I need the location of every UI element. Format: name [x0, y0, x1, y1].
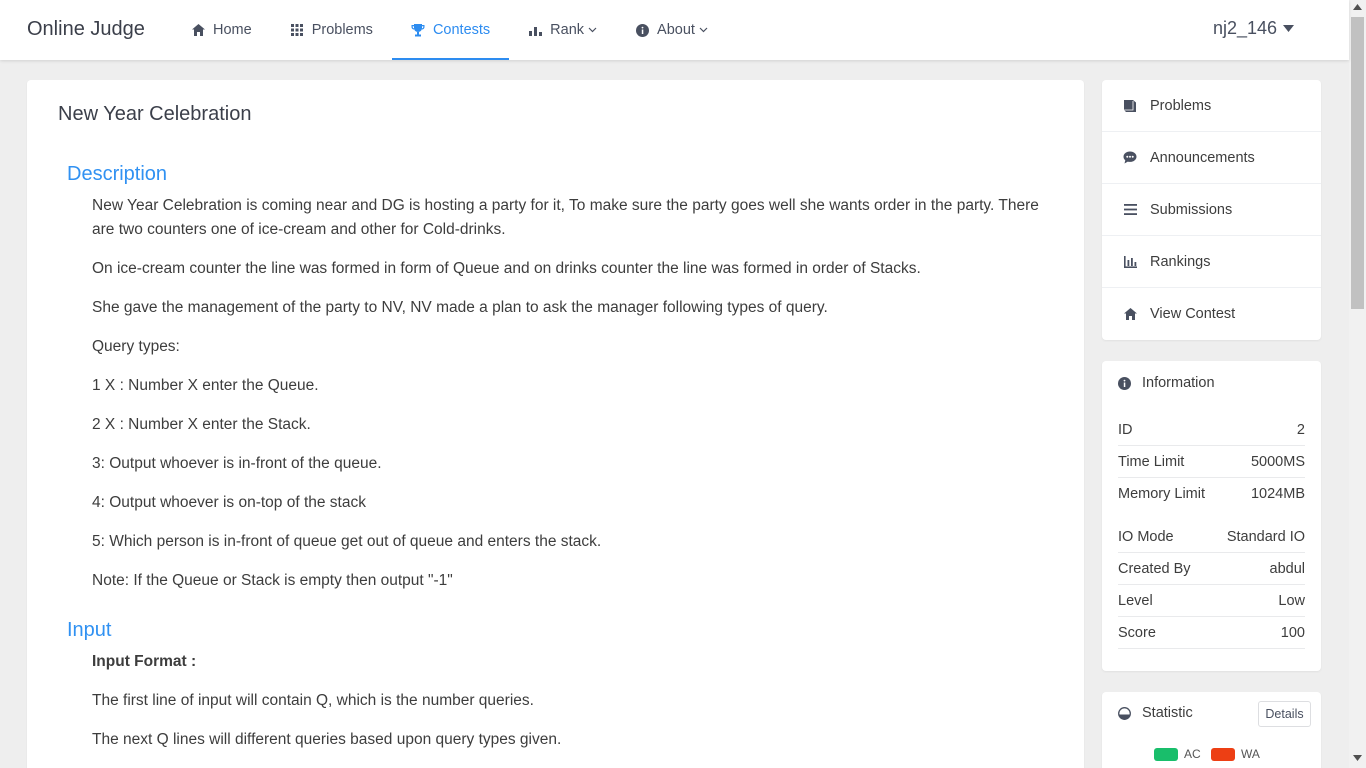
info-icon — [1118, 376, 1131, 390]
main-nav: Home Problems Contests Rank About — [172, 0, 727, 60]
user-menu[interactable]: nj2_146 — [1213, 18, 1295, 39]
info-value: 2 — [1296, 421, 1305, 438]
information-heading-label: Information — [1142, 375, 1215, 391]
page-scrollbar[interactable] — [1349, 0, 1366, 768]
description-heading: Description — [67, 163, 168, 185]
input-heading: Input — [67, 619, 112, 641]
book-icon — [1122, 99, 1138, 112]
statistic-heading: Statistic — [1118, 705, 1193, 721]
info-key: Time Limit — [1118, 453, 1185, 470]
info-row-level: Level Low — [1118, 585, 1305, 617]
description-paragraph: 2 X : Number X enter the Stack. — [92, 416, 311, 433]
username: nj2_146 — [1213, 18, 1278, 38]
info-row-score: Score 100 — [1118, 617, 1305, 649]
legend-item-wa[interactable]: WA — [1211, 747, 1260, 761]
info-value: 1024MB — [1250, 486, 1305, 502]
menu-announcements[interactable]: Announcements — [1102, 132, 1321, 184]
menu-problems-label: Problems — [1150, 97, 1212, 114]
menu-view-contest-label: View Contest — [1150, 306, 1236, 322]
nav-home-label: Home — [213, 22, 252, 38]
info-row-time-limit: Time Limit 5000MS — [1118, 446, 1305, 478]
list-icon — [1122, 204, 1138, 215]
information-card: Information ID 2 Time Limit 5000MS Memor… — [1102, 361, 1321, 671]
grid-icon — [290, 24, 304, 36]
info-value: abdul — [1269, 560, 1305, 577]
legend-label: WA — [1241, 747, 1260, 761]
input-paragraph: The first line of input will contain Q, … — [92, 692, 534, 709]
legend-label: AC — [1184, 747, 1201, 761]
menu-problems[interactable]: Problems — [1102, 80, 1321, 132]
details-button[interactable]: Details — [1258, 701, 1311, 727]
legend-swatch — [1211, 747, 1235, 761]
description-paragraph: New Year Celebration is coming near and … — [92, 197, 1039, 238]
home-icon — [191, 24, 205, 36]
info-value: Standard IO — [1226, 528, 1305, 545]
description-paragraph: She gave the management of the party to … — [92, 299, 828, 316]
info-value: 5000MS — [1250, 453, 1305, 470]
input-paragraph: The next Q lines will different queries … — [92, 731, 562, 748]
info-key: Memory Limit — [1118, 486, 1206, 502]
menu-view-contest[interactable]: View Contest — [1102, 288, 1321, 340]
menu-announcements-label: Announcements — [1150, 149, 1255, 166]
menu-rankings[interactable]: Rankings — [1102, 236, 1321, 288]
description-paragraph: Query types: — [92, 338, 180, 355]
nav-contests[interactable]: Contests — [391, 0, 510, 60]
description-paragraph: 5: Which person is in-front of queue get… — [92, 533, 602, 550]
brand-logo[interactable]: Online Judge — [27, 18, 145, 41]
description-paragraph: 1 X : Number X enter the Queue. — [92, 377, 319, 394]
problem-title: New Year Celebration — [58, 103, 252, 125]
info-key: IO Mode — [1118, 528, 1174, 545]
info-value: 100 — [1280, 624, 1305, 641]
problem-card: New Year Celebration Description New Yea… — [27, 80, 1084, 768]
nav-problems-label: Problems — [311, 22, 373, 38]
chevron-down-icon — [588, 27, 597, 33]
information-heading: Information — [1118, 375, 1215, 391]
info-row-id: ID 2 — [1118, 414, 1305, 446]
legend-swatch — [1154, 747, 1178, 761]
info-key: Created By — [1118, 560, 1191, 577]
nav-contests-label: Contests — [432, 22, 491, 38]
home-icon — [1122, 308, 1138, 320]
description-paragraph: On ice-cream counter the line was formed… — [92, 260, 921, 277]
menu-rankings-label: Rankings — [1150, 253, 1211, 270]
nav-about[interactable]: About — [616, 0, 727, 60]
description-paragraph: 3: Output whoever is in-front of the que… — [92, 455, 382, 472]
info-icon — [635, 23, 649, 37]
scroll-up-arrow-icon[interactable] — [1353, 4, 1362, 13]
legend-item-ac[interactable]: AC — [1154, 747, 1201, 761]
top-navbar: Online Judge Home Problems Contests Rank… — [0, 0, 1349, 60]
chat-icon — [1122, 151, 1138, 164]
info-key: ID — [1118, 421, 1133, 438]
chevron-down-icon — [699, 27, 708, 33]
info-key: Score — [1118, 624, 1156, 641]
info-row-io-mode: IO Mode Standard IO — [1118, 521, 1305, 553]
statistic-card: Statistic Details AC WA — [1102, 692, 1321, 768]
nav-home[interactable]: Home — [172, 0, 271, 60]
input-format-label: Input Format : — [92, 653, 197, 670]
info-row-created-by: Created By abdul — [1118, 553, 1305, 585]
pie-chart-icon — [1118, 706, 1131, 720]
nav-rank[interactable]: Rank — [509, 0, 616, 60]
info-key: Level — [1118, 592, 1153, 609]
description-paragraph: Note: If the Queue or Stack is empty the… — [92, 572, 453, 589]
menu-submissions[interactable]: Submissions — [1102, 184, 1321, 236]
caret-down-icon — [1283, 25, 1295, 32]
nav-about-label: About — [657, 22, 695, 38]
description-paragraph: 4: Output whoever is on-top of the stack — [92, 494, 366, 511]
nav-rank-label: Rank — [550, 22, 585, 38]
contest-menu-card: Problems Announcements Submissions Ranki… — [1102, 80, 1321, 340]
info-value: Low — [1278, 592, 1305, 609]
scroll-down-arrow-icon[interactable] — [1353, 755, 1362, 764]
bar-chart-icon — [528, 25, 542, 36]
scrollbar-thumb[interactable] — [1351, 17, 1364, 309]
menu-submissions-label: Submissions — [1150, 201, 1233, 218]
nav-problems[interactable]: Problems — [271, 0, 392, 60]
info-row-memory-limit: Memory Limit 1024MB — [1118, 478, 1305, 510]
statistic-heading-label: Statistic — [1142, 705, 1193, 721]
trophy-icon — [411, 23, 425, 37]
stats-icon — [1122, 255, 1138, 268]
